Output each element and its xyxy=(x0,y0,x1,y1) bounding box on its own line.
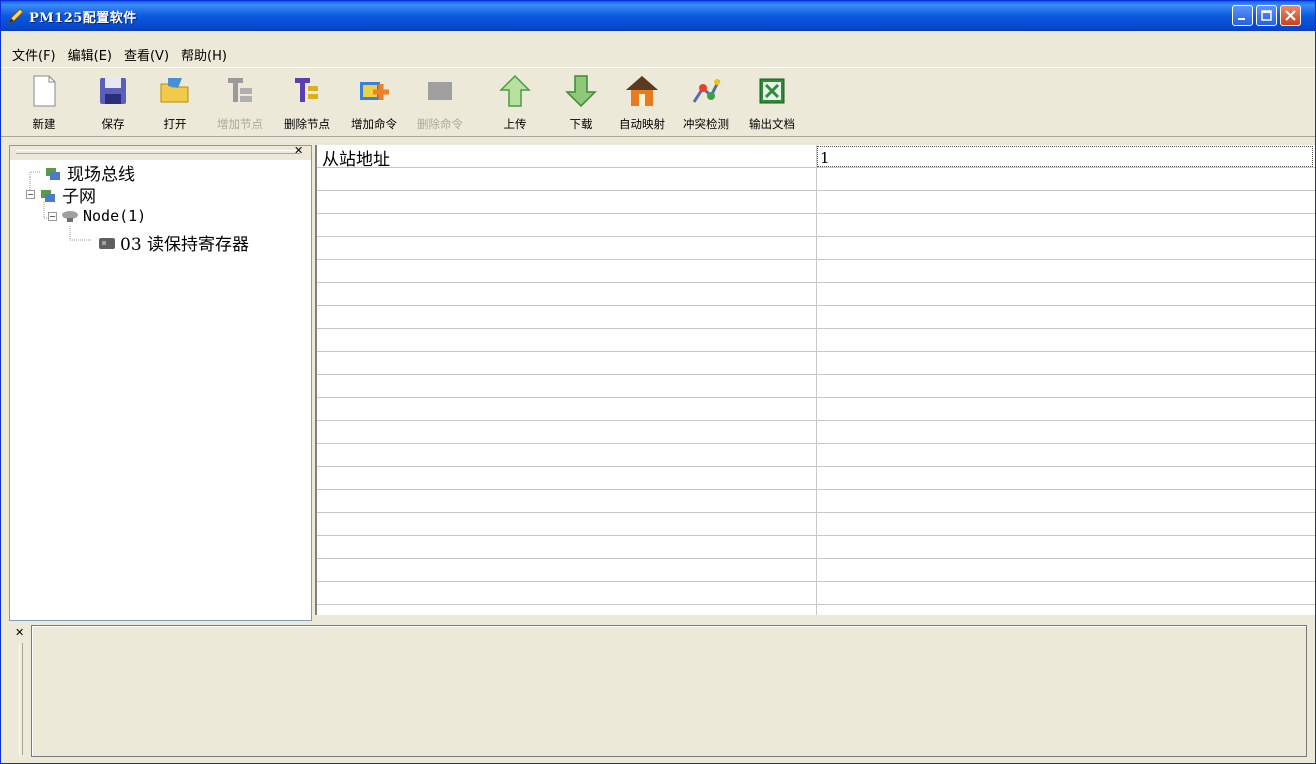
selected-cell-border xyxy=(817,146,1313,167)
node-device-icon xyxy=(62,211,78,222)
close-button[interactable] xyxy=(1280,5,1301,26)
delete-command-icon xyxy=(428,82,452,100)
maximize-button[interactable] xyxy=(1256,5,1277,26)
table-row[interactable] xyxy=(317,306,1315,329)
tree-item-subnet[interactable]: − 子网 xyxy=(26,182,96,207)
pane-grip[interactable] xyxy=(16,150,300,154)
upload-arrow-icon xyxy=(499,74,531,107)
delete-node-button-label: 删除节点 xyxy=(284,117,330,131)
tree-item-label: 03 读保持寄存器 xyxy=(120,235,250,255)
upload-button[interactable]: 上传 xyxy=(498,74,532,134)
output-pane: ✕ xyxy=(9,623,1309,759)
table-row[interactable] xyxy=(317,237,1315,260)
add-node-button[interactable]: 增加节点 xyxy=(217,74,263,134)
pane-grip[interactable] xyxy=(19,643,23,755)
table-row[interactable] xyxy=(317,467,1315,490)
close-icon xyxy=(1285,10,1296,21)
save-button[interactable]: 保存 xyxy=(96,74,130,134)
table-row[interactable] xyxy=(317,536,1315,559)
table-row[interactable] xyxy=(317,352,1315,375)
tree-pane-header[interactable]: ✕ xyxy=(10,144,311,160)
tree-pane-close-button[interactable]: ✕ xyxy=(294,144,303,157)
maximize-icon xyxy=(1261,10,1272,21)
title-bar[interactable]: PM125配置软件 xyxy=(1,1,1315,31)
add-command-button-label: 增加命令 xyxy=(351,117,397,131)
table-row[interactable] xyxy=(317,214,1315,237)
table-row[interactable] xyxy=(317,329,1315,352)
export-doc-button-label: 输出文档 xyxy=(749,117,795,131)
download-button-label: 下载 xyxy=(569,117,593,131)
main-window: PM125配置软件 文件(F) 编辑(E) 查看(V) 帮助(H) 新建 保存 … xyxy=(0,0,1316,764)
table-row[interactable] xyxy=(317,421,1315,444)
table-row[interactable] xyxy=(317,191,1315,214)
upload-button-label: 上传 xyxy=(503,117,527,131)
command-icon xyxy=(99,237,115,249)
property-value-cell[interactable]: 1 xyxy=(820,149,830,167)
property-grid: 从站地址 1 xyxy=(315,145,1315,615)
new-button-label: 新建 xyxy=(32,117,56,131)
output-area xyxy=(31,625,1307,757)
add-command-icon xyxy=(360,82,389,100)
window-title: PM125配置软件 xyxy=(29,10,137,26)
auto-map-button[interactable]: 自动映射 xyxy=(619,74,665,134)
table-row[interactable] xyxy=(317,398,1315,421)
conflict-detect-button-label: 冲突检测 xyxy=(683,117,729,131)
collapse-icon[interactable]: − xyxy=(26,190,35,199)
table-row[interactable] xyxy=(317,559,1315,582)
tree-item-label: Node(1) xyxy=(83,207,147,225)
conflict-detect-icon xyxy=(692,79,721,103)
auto-map-button-label: 自动映射 xyxy=(619,117,665,131)
collapse-icon[interactable]: − xyxy=(48,211,57,221)
menu-edit[interactable]: 编辑(E) xyxy=(65,45,121,64)
table-row[interactable] xyxy=(317,260,1315,283)
add-node-icon xyxy=(228,78,252,102)
toolbar: 新建 保存 打开 增加节点 删除节点 增加命令 删除命令 上传 下载 自动映射 … xyxy=(1,67,1315,137)
delete-node-icon xyxy=(295,78,318,102)
minimize-button[interactable] xyxy=(1232,5,1253,26)
export-doc-button[interactable]: 输出文档 xyxy=(749,74,795,134)
save-icon xyxy=(100,78,126,104)
pencil-icon xyxy=(8,8,24,24)
property-name-cell: 从站地址 xyxy=(322,150,390,170)
table-row[interactable] xyxy=(317,375,1315,398)
tree-item-node[interactable]: − Node(1) xyxy=(48,207,146,225)
minimize-icon xyxy=(1238,18,1245,20)
project-tree-pane: ✕ 现场总线 − 子网 − Node(1) 03 读保持寄存器 xyxy=(9,144,312,621)
menu-bar: 文件(F) 编辑(E) 查看(V) 帮助(H) xyxy=(1,43,236,65)
excel-export-icon xyxy=(759,78,785,104)
open-button[interactable]: 打开 xyxy=(158,74,192,134)
open-folder-icon xyxy=(160,78,189,103)
add-node-button-label: 增加节点 xyxy=(217,117,263,131)
output-pane-close-button[interactable]: ✕ xyxy=(15,626,24,639)
delete-command-button-label: 删除命令 xyxy=(417,117,463,131)
conflict-detect-button[interactable]: 冲突检测 xyxy=(683,74,729,134)
table-row[interactable] xyxy=(317,490,1315,513)
network-icon xyxy=(41,189,55,202)
tree-item-command[interactable]: 03 读保持寄存器 xyxy=(98,230,249,255)
add-command-button[interactable]: 增加命令 xyxy=(351,74,397,134)
table-row[interactable] xyxy=(317,513,1315,536)
save-button-label: 保存 xyxy=(101,117,125,131)
delete-command-button[interactable]: 删除命令 xyxy=(417,74,463,134)
table-row[interactable] xyxy=(317,168,1315,191)
new-file-icon xyxy=(33,75,56,107)
network-icon xyxy=(46,167,60,180)
auto-map-icon xyxy=(626,76,658,106)
tree-item-label: 子网 xyxy=(62,187,96,207)
menu-file[interactable]: 文件(F) xyxy=(9,45,65,64)
new-button[interactable]: 新建 xyxy=(27,74,61,134)
download-button[interactable]: 下载 xyxy=(564,74,598,134)
menu-help[interactable]: 帮助(H) xyxy=(178,45,236,64)
project-tree: 现场总线 − 子网 − Node(1) 03 读保持寄存器 xyxy=(10,160,311,620)
table-row[interactable] xyxy=(317,444,1315,467)
menu-view[interactable]: 查看(V) xyxy=(121,45,178,64)
table-row[interactable] xyxy=(317,582,1315,605)
delete-node-button[interactable]: 删除节点 xyxy=(284,74,330,134)
open-button-label: 打开 xyxy=(163,117,187,131)
download-arrow-icon xyxy=(565,75,597,108)
table-row[interactable] xyxy=(317,283,1315,306)
